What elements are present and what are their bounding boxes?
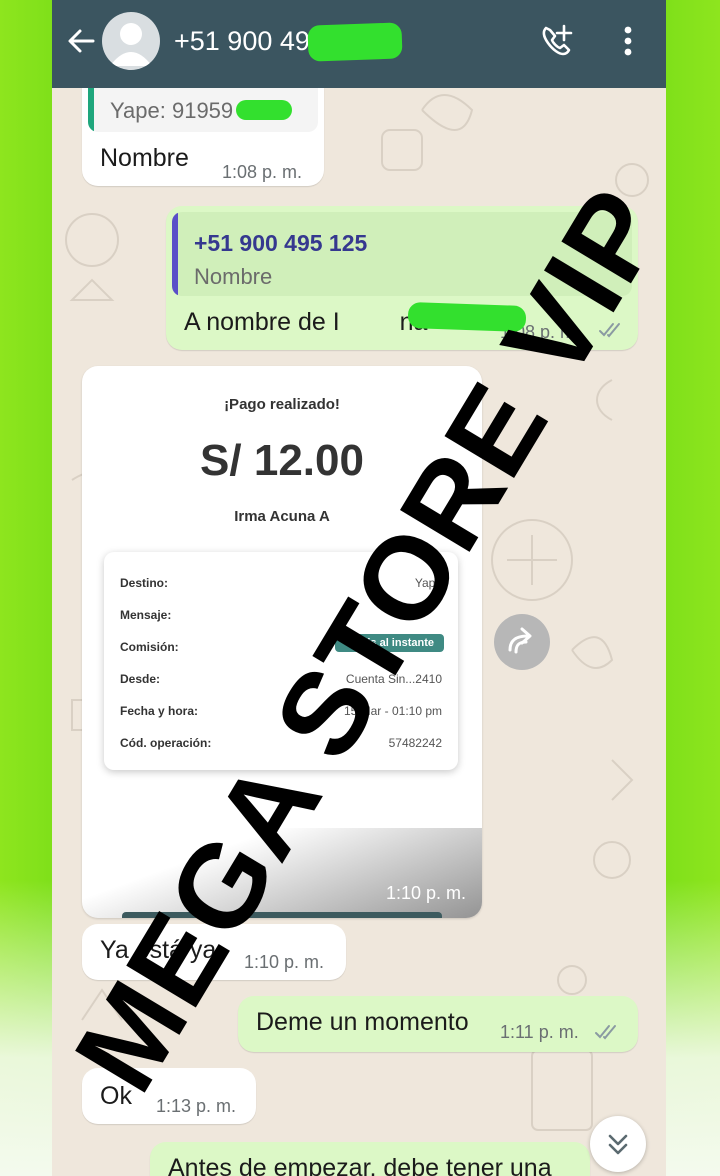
receipt-label-fecha: Fecha y hora: [120,704,199,718]
contact-number-visible: +51 900 49 [174,26,310,56]
message-outgoing-antes-de-empezar[interactable]: Antes de empezar, debe tener una [150,1142,590,1176]
message-incoming-nombre[interactable]: Yape: 9195915 Nombre 1:08 p. m. [82,72,324,186]
message-text: Antes de empezar, debe tener una [168,1154,552,1176]
quote-bar [172,212,178,296]
receipt-label-desde: Desde: [120,672,161,686]
message-time: 1:08 p. m. [222,162,303,182]
message-text: A nombre de Ina [184,308,427,337]
quote-text-visible: Yape: 91959 [110,98,234,123]
receipt-title: ¡Pago realizado! [224,396,340,413]
redaction-mark [236,100,292,120]
arrow-left-icon[interactable] [66,26,96,56]
forward-button[interactable] [494,614,550,670]
message-time: 1:11 p. m. [500,1022,579,1042]
redaction-mark [307,22,403,62]
quote-text: Nombre [194,264,273,289]
message-text: Deme un momento [256,1008,469,1036]
message-text-start: A nombre de I [184,308,340,336]
receipt-label-comision: Comisión: [120,640,179,654]
receipt-value-operacion: 57482242 [388,736,442,750]
message-time: 1:10 p. m. [385,883,466,903]
read-ticks-icon [595,1025,616,1040]
double-chevron-down-icon [608,1134,628,1155]
more-vert-icon[interactable] [617,24,639,58]
receipt-label-destino: Destino: [120,576,168,590]
chat-header: +51 900 49125 [52,0,666,88]
contact-avatar[interactable] [102,12,160,70]
message-outgoing-deme-un-momento[interactable]: Deme un momento 1:11 p. m. [238,996,638,1052]
message-text: Nombre [100,144,189,172]
receipt-label-mensaje: Mensaje: [120,608,172,622]
scroll-to-bottom-button[interactable] [590,1116,646,1172]
receipt-label-operacion: Cód. operación: [120,736,212,750]
person-icon [110,23,152,66]
add-call-icon[interactable] [538,22,576,60]
forward-icon [508,627,532,654]
quote-title: +51 900 495 125 [194,230,368,256]
